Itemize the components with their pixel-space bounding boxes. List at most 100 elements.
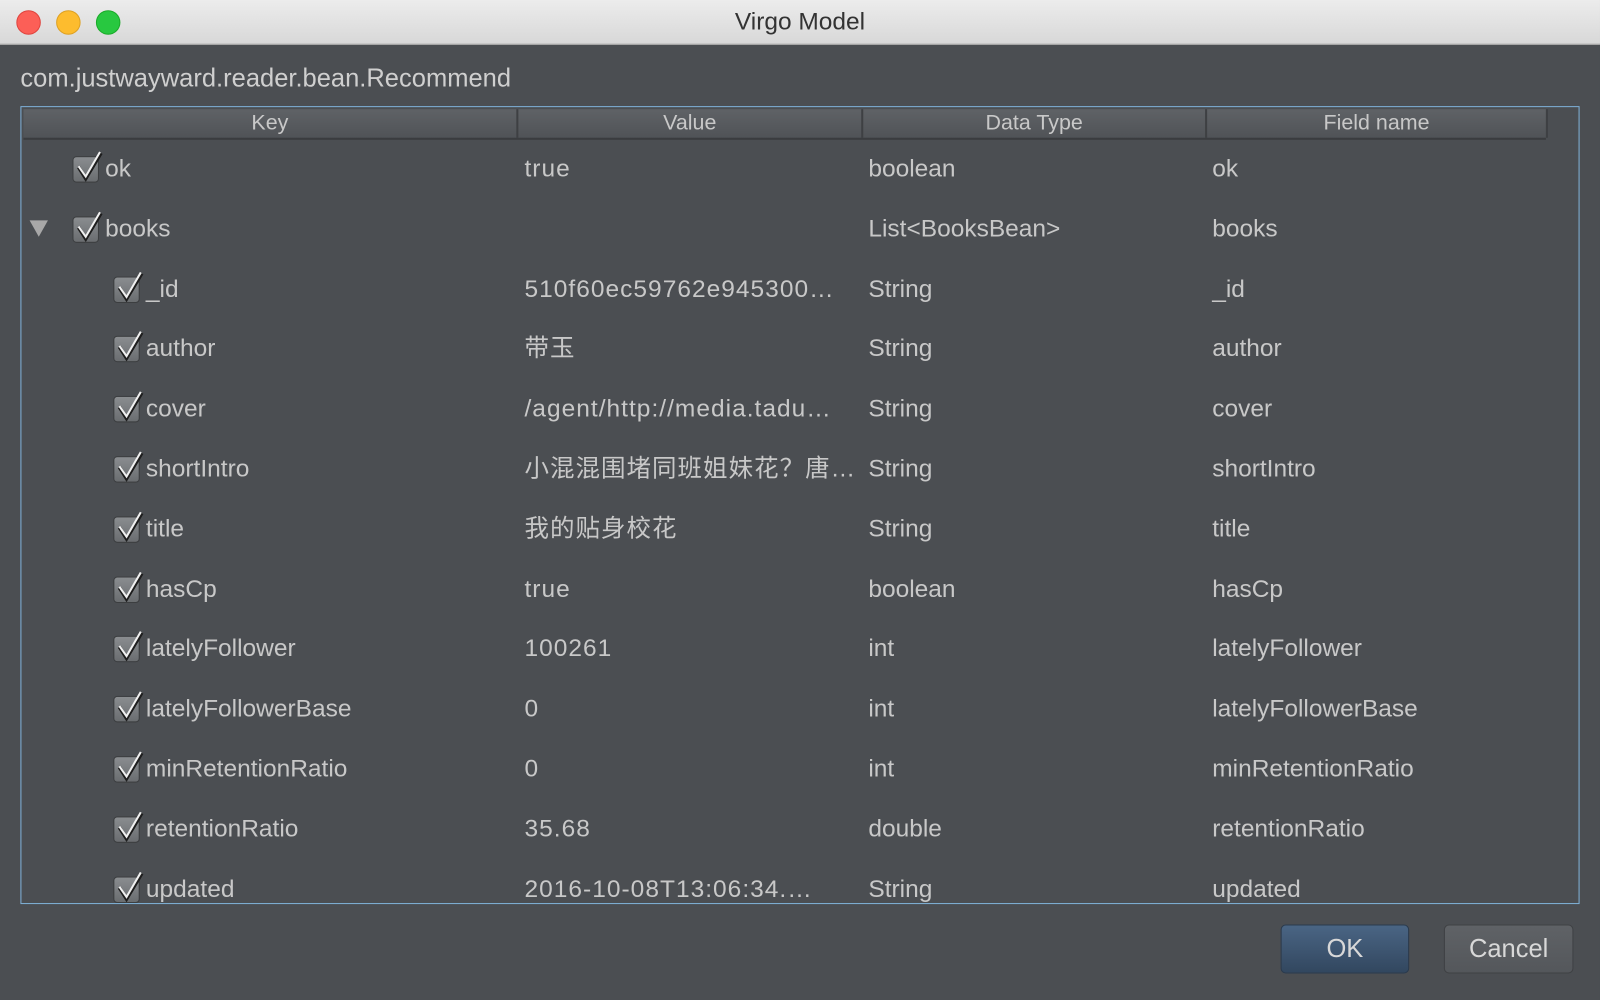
data-type-cell[interactable]: String <box>868 440 932 499</box>
include-checkbox[interactable] <box>72 151 103 183</box>
table-row[interactable]: title 我的贴身校花 String title <box>21 500 1578 559</box>
field-name-cell[interactable]: latelyFollower <box>1212 620 1362 679</box>
value-cell[interactable]: 0 <box>524 680 539 739</box>
value-cell[interactable]: 2016-10-08T13:06:34.… <box>524 860 812 903</box>
include-checkbox[interactable] <box>113 271 144 303</box>
include-checkbox[interactable] <box>113 751 144 783</box>
field-name-cell[interactable]: _id <box>1212 260 1245 319</box>
checkmark-icon <box>117 331 144 362</box>
key-cell: hasCp <box>145 575 217 603</box>
table-row[interactable]: latelyFollowerBase 0 int latelyFollowerBase <box>21 680 1578 739</box>
value-cell[interactable]: 510f60ec59762e945300… <box>524 260 834 319</box>
key-cell: latelyFollowerBase <box>145 695 352 723</box>
field-name-cell[interactable]: title <box>1212 500 1250 559</box>
include-checkbox[interactable] <box>113 451 144 483</box>
table-row[interactable]: cover/agent/http://media.tadu… String cove… <box>21 380 1578 439</box>
table-row[interactable]: books List<BooksBean> books <box>21 200 1578 259</box>
include-checkbox[interactable] <box>113 391 144 423</box>
value-cell[interactable]: 100261 <box>524 620 612 679</box>
key-cell: updated <box>145 875 235 903</box>
field-name-cell[interactable]: shortIntro <box>1212 440 1315 499</box>
value-cell[interactable]: 35.68 <box>524 800 590 859</box>
field-name-cell[interactable]: latelyFollowerBase <box>1212 680 1418 739</box>
model-tree-table[interactable]: Key Value Data Type Field name ok true boo… <box>20 106 1580 905</box>
data-type-cell[interactable]: int <box>868 740 894 799</box>
value-cell[interactable]: 我的贴身校花 <box>524 500 677 559</box>
table-row[interactable]: hasCp true boolean hasCp <box>21 560 1578 619</box>
checkmark-icon <box>117 871 144 902</box>
include-checkbox[interactable] <box>113 631 144 663</box>
checkmark-icon <box>117 451 144 482</box>
data-type-cell[interactable]: double <box>868 800 942 859</box>
checkmark-icon <box>117 631 144 662</box>
field-name-cell[interactable]: minRetentionRatio <box>1212 740 1413 799</box>
value-cell[interactable]: 带玉 <box>524 320 575 379</box>
data-type-cell[interactable]: String <box>868 500 932 559</box>
field-name-cell[interactable]: retentionRatio <box>1212 800 1364 859</box>
column-header-field-name[interactable]: Field name <box>1207 109 1548 138</box>
include-checkbox[interactable] <box>113 331 144 363</box>
column-header-data-type[interactable]: Data Type <box>863 109 1208 138</box>
key-cell: shortIntro <box>145 455 250 483</box>
key-cell: retentionRatio <box>145 815 299 843</box>
include-checkbox[interactable] <box>113 511 144 543</box>
value-cell[interactable]: /agent/http://media.tadu… <box>524 380 831 439</box>
virgo-model-dialog: Virgo Model com.justwayward.reader.bean.… <box>0 0 1600 1000</box>
expand-triangle-icon[interactable] <box>29 220 48 237</box>
checkmark-icon <box>117 811 144 842</box>
key-cell: _id <box>145 275 179 303</box>
checkmark-icon <box>117 691 144 722</box>
checkmark-icon <box>117 571 144 602</box>
include-checkbox[interactable] <box>72 211 103 243</box>
value-cell[interactable]: true <box>524 560 570 619</box>
title-bar: Virgo Model <box>0 0 1600 45</box>
key-cell: books <box>105 215 171 243</box>
key-cell: cover <box>145 395 206 423</box>
column-header-key[interactable]: Key <box>23 109 519 138</box>
data-type-cell[interactable]: List<BooksBean> <box>868 200 1060 259</box>
key-cell: title <box>145 515 185 543</box>
field-name-cell[interactable]: author <box>1212 320 1281 379</box>
ok-button[interactable]: OK <box>1280 924 1410 974</box>
include-checkbox[interactable] <box>113 571 144 603</box>
table-row[interactable]: updated 2016-10-08T13:06:34.… String update… <box>21 860 1578 903</box>
table-row[interactable]: shortIntro 小混混围堵同班姐妹花？唐… String shortIntro <box>21 440 1578 499</box>
data-type-cell[interactable]: boolean <box>868 560 955 619</box>
data-type-cell[interactable]: String <box>868 320 932 379</box>
field-name-cell[interactable]: books <box>1212 200 1277 259</box>
checkmark-icon <box>117 751 144 782</box>
field-name-cell[interactable]: updated <box>1212 860 1301 903</box>
checkmark-icon <box>117 391 144 422</box>
key-cell: latelyFollower <box>145 635 296 663</box>
class-name-label: com.justwayward.reader.bean.Recommend <box>20 64 512 93</box>
field-name-cell[interactable]: ok <box>1212 140 1238 199</box>
column-header-value[interactable]: Value <box>518 109 864 138</box>
value-cell[interactable]: 小混混围堵同班姐妹花？唐… <box>524 440 856 499</box>
data-type-cell[interactable]: int <box>868 680 894 739</box>
data-type-cell[interactable]: boolean <box>868 140 955 199</box>
table-row[interactable]: author 带玉 String author <box>21 320 1578 379</box>
value-cell[interactable]: true <box>524 140 570 199</box>
window-title: Virgo Model <box>734 8 866 36</box>
table-row[interactable]: minRetentionRatio 0 int minRetentionRatio <box>21 740 1578 799</box>
table-row[interactable]: latelyFollower 100261 int latelyFollower <box>21 620 1578 679</box>
table-row[interactable]: _id 510f60ec59762e945300… String _id <box>21 260 1578 319</box>
data-type-cell[interactable]: String <box>868 380 932 439</box>
data-type-cell[interactable]: String <box>868 260 932 319</box>
table-row[interactable]: retentionRatio 35.68 double retentionRatio <box>21 800 1578 859</box>
include-checkbox[interactable] <box>113 691 144 723</box>
include-checkbox[interactable] <box>113 811 144 843</box>
checkmark-icon <box>77 151 103 182</box>
key-cell: author <box>145 335 216 363</box>
field-name-cell[interactable]: cover <box>1212 380 1272 439</box>
include-checkbox[interactable] <box>113 871 144 903</box>
field-name-cell[interactable]: hasCp <box>1212 560 1283 619</box>
value-cell[interactable]: 0 <box>524 740 539 799</box>
data-type-cell[interactable]: int <box>868 620 894 679</box>
checkmark-icon <box>77 211 103 242</box>
table-row[interactable]: ok true boolean ok <box>21 140 1578 199</box>
key-cell: ok <box>105 155 131 183</box>
checkmark-icon <box>117 511 144 542</box>
data-type-cell[interactable]: String <box>868 860 932 903</box>
cancel-button[interactable]: Cancel <box>1443 924 1574 974</box>
